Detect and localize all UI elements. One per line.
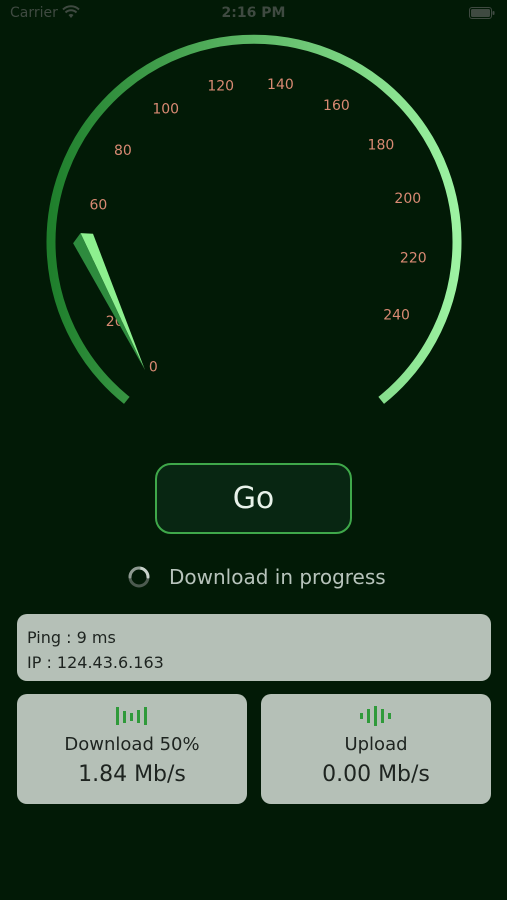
download-card: Download 50% 1.84 Mb/s bbox=[17, 694, 247, 804]
tick-label: 140 bbox=[267, 77, 294, 93]
speedometer-arc bbox=[46, 34, 462, 404]
tick-label: 60 bbox=[89, 198, 107, 214]
upload-speed: 0.00 Mb/s bbox=[322, 762, 430, 787]
tick-label: 120 bbox=[207, 79, 234, 95]
ip-text: IP : 124.43.6.163 bbox=[27, 653, 164, 672]
upload-label: Upload bbox=[344, 734, 408, 755]
speedometer-gauge: 020406080100120140160180200220240 bbox=[46, 34, 462, 404]
tick-label: 240 bbox=[383, 308, 410, 324]
spinner-icon bbox=[128, 566, 150, 588]
tick-label: 0 bbox=[149, 359, 158, 375]
progress-status: Download in progress bbox=[0, 560, 507, 594]
tick-label: 220 bbox=[400, 250, 427, 266]
go-button[interactable]: Go bbox=[155, 463, 352, 534]
tick-label: 100 bbox=[152, 102, 179, 118]
connection-info-card: Ping : 9 ms IP : 124.43.6.163 bbox=[17, 614, 491, 681]
progress-text: Download in progress bbox=[169, 565, 386, 589]
tick-label: 80 bbox=[114, 143, 132, 159]
tick-label: 160 bbox=[323, 98, 350, 114]
upload-bars-icon bbox=[360, 706, 391, 726]
tick-label: 180 bbox=[368, 138, 395, 154]
download-speed: 1.84 Mb/s bbox=[78, 762, 186, 787]
tick-labels: 020406080100120140160180200220240 bbox=[87, 77, 427, 375]
download-bars-icon bbox=[116, 707, 147, 725]
download-label: Download 50% bbox=[64, 734, 200, 755]
tick-label: 200 bbox=[394, 191, 421, 207]
ping-text: Ping : 9 ms bbox=[27, 628, 116, 647]
upload-card: Upload 0.00 Mb/s bbox=[261, 694, 491, 804]
